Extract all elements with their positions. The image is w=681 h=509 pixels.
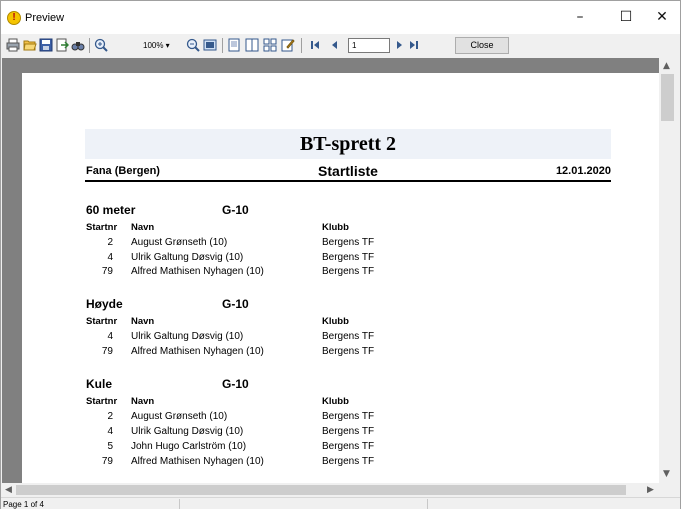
edit-page-icon[interactable]: [281, 38, 295, 52]
event-class: G-10: [222, 377, 249, 391]
two-pages-icon[interactable]: [245, 38, 259, 52]
horizontal-scrollbar[interactable]: ◀ ▶: [2, 483, 659, 497]
save-icon[interactable]: [39, 38, 53, 52]
next-page-icon[interactable]: [393, 38, 407, 52]
column-header-name: Navn: [131, 396, 155, 407]
title-bar: ! Preview – ☐ ✕: [1, 1, 680, 34]
page-number-input[interactable]: 1: [348, 38, 390, 53]
preview-window: ! Preview – ☐ ✕ 100% ▾ 1 Close BT-sprett…: [0, 0, 681, 509]
name-cell: Alfred Mathisen Nyhagen (10): [131, 266, 264, 277]
minimize-button[interactable]: –: [557, 1, 603, 34]
startnr-cell: 2: [107, 237, 113, 248]
print-icon[interactable]: [6, 38, 20, 52]
name-cell: August Grønseth (10): [131, 237, 228, 248]
scroll-down-icon[interactable]: ▼: [663, 469, 670, 479]
startnr-cell: 79: [101, 456, 113, 467]
event-name: 60 meter: [86, 203, 136, 217]
open-icon[interactable]: [23, 38, 37, 52]
report-title: BT-sprett 2: [299, 133, 397, 155]
column-header-startnr: Startnr: [86, 222, 118, 233]
column-header-club: Klubb: [322, 222, 349, 233]
startnr-cell: 4: [107, 426, 113, 437]
vertical-scrollbar[interactable]: ▲ ▼: [659, 58, 676, 483]
column-header-startnr: Startnr: [86, 316, 118, 327]
startnr-cell: 2: [107, 411, 113, 422]
name-cell: Ulrik Galtung Døsvig (10): [131, 331, 244, 342]
toolbar: 100% ▾ 1 Close: [1, 34, 680, 58]
startnr-cell: 79: [101, 346, 113, 357]
name-cell: Ulrik Galtung Døsvig (10): [131, 426, 244, 437]
toolbar-separator: [222, 38, 223, 53]
column-header-club: Klubb: [322, 316, 349, 327]
event-class: G-10: [222, 203, 249, 217]
club-cell: Bergens TF: [322, 331, 375, 342]
page-info: Page 1 of 4: [3, 500, 44, 509]
whole-page-icon[interactable]: [203, 38, 217, 52]
club-cell: Bergens TF: [322, 411, 375, 422]
preview-app-icon: !: [7, 11, 21, 25]
column-header-name: Navn: [131, 222, 155, 233]
column-header-name: Navn: [131, 316, 155, 327]
report-page: BT-sprett 2 Fana (Bergen) Startliste 12.…: [22, 73, 659, 483]
status-divider: [179, 499, 180, 509]
window-title: Preview: [25, 12, 65, 24]
club-cell: Bergens TF: [322, 426, 375, 437]
startnr-cell: 79: [101, 266, 113, 277]
export-icon[interactable]: [55, 38, 69, 52]
column-header-startnr: Startnr: [86, 396, 118, 407]
name-cell: Ulrik Galtung Døsvig (10): [131, 252, 244, 263]
last-page-icon[interactable]: [407, 38, 421, 52]
scroll-right-icon[interactable]: ▶: [647, 485, 654, 495]
event-class: G-10: [222, 297, 249, 311]
one-page-icon[interactable]: [227, 38, 241, 52]
zoom-in-icon[interactable]: [94, 38, 108, 52]
first-page-icon[interactable]: [308, 38, 322, 52]
close-button[interactable]: Close: [455, 37, 509, 54]
startnr-cell: 5: [107, 441, 113, 452]
scroll-up-icon[interactable]: ▲: [663, 61, 670, 71]
club-cell: Bergens TF: [322, 266, 375, 277]
club-cell: Bergens TF: [322, 252, 375, 263]
name-cell: Alfred Mathisen Nyhagen (10): [131, 346, 264, 357]
multiple-pages-icon[interactable]: [263, 38, 277, 52]
toolbar-separator: [301, 38, 302, 53]
find-icon[interactable]: [71, 38, 85, 52]
club-cell: Bergens TF: [322, 456, 375, 467]
status-bar: Page 1 of 4: [1, 497, 680, 509]
horizontal-scroll-thumb[interactable]: [16, 485, 626, 495]
status-divider: [427, 499, 428, 509]
club-cell: Bergens TF: [322, 346, 375, 357]
event-name: Høyde: [86, 297, 123, 311]
close-window-button[interactable]: ✕: [639, 1, 681, 34]
preview-viewport[interactable]: BT-sprett 2 Fana (Bergen) Startliste 12.…: [2, 58, 659, 483]
club-cell: Bergens TF: [322, 237, 375, 248]
zoom-select[interactable]: 100% ▾: [143, 39, 181, 52]
zoom-out-icon[interactable]: [186, 38, 200, 52]
name-cell: August Grønseth (10): [131, 411, 228, 422]
event-name: Kule: [86, 377, 113, 391]
column-header-club: Klubb: [322, 396, 349, 407]
vertical-scroll-thumb[interactable]: [661, 74, 674, 121]
scroll-left-icon[interactable]: ◀: [5, 485, 12, 495]
report-date: 12.01.2020: [555, 165, 611, 177]
name-cell: Alfred Mathisen Nyhagen (10): [131, 456, 264, 467]
club-cell: Bergens TF: [322, 441, 375, 452]
toolbar-separator: [89, 38, 90, 53]
startnr-cell: 4: [107, 331, 113, 342]
prev-page-icon[interactable]: [327, 38, 341, 52]
header-divider: [85, 180, 611, 182]
startnr-cell: 4: [107, 252, 113, 263]
name-cell: John Hugo Carlström (10): [131, 441, 247, 452]
